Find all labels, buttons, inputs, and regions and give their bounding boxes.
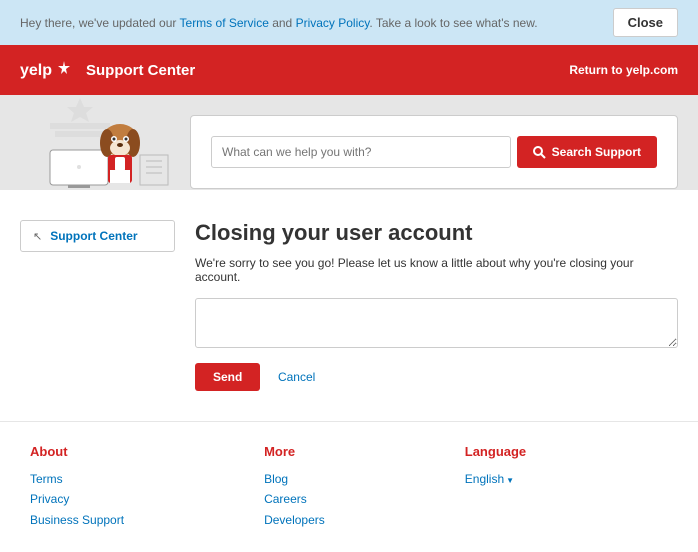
header-title: Support Center	[86, 62, 195, 79]
mascot-illustration	[20, 95, 170, 190]
search-button[interactable]: Search Support	[517, 136, 657, 168]
close-button[interactable]: Close	[613, 8, 678, 37]
notice-before: Hey there, we've updated our	[20, 16, 180, 30]
footer-link-careers[interactable]: Careers	[264, 489, 325, 509]
notice-after: . Take a look to see what's new.	[369, 16, 537, 30]
search-section: Search Support	[0, 95, 698, 190]
language-selector[interactable]: English▼	[465, 469, 526, 489]
footer-link-blog[interactable]: Blog	[264, 469, 325, 489]
notice-and: and	[269, 16, 296, 30]
back-arrow-icon: ↖	[33, 230, 42, 243]
return-link[interactable]: Return to yelp.com	[569, 63, 678, 77]
footer-link-privacy[interactable]: Privacy	[30, 489, 124, 509]
main: Closing your user account We're sorry to…	[195, 220, 678, 391]
footer-language: Language English▼	[465, 444, 526, 530]
footer-more-heading: More	[264, 444, 325, 459]
form-actions: Send Cancel	[195, 363, 678, 391]
footer-link-terms[interactable]: Terms	[30, 469, 124, 489]
search-card: Search Support	[190, 115, 678, 189]
content: ↖ Support Center Closing your user accou…	[0, 190, 698, 421]
footer-about: About Terms Privacy Business Support	[30, 444, 124, 530]
notice-text: Hey there, we've updated our Terms of Se…	[20, 16, 538, 30]
caret-down-icon: ▼	[506, 476, 514, 485]
search-button-label: Search Support	[552, 145, 641, 159]
breadcrumb: ↖ Support Center	[20, 220, 175, 252]
footer-language-heading: Language	[465, 444, 526, 459]
svg-text:yelp: yelp	[20, 62, 52, 79]
footer-link-developers[interactable]: Developers	[264, 510, 325, 530]
search-input[interactable]	[211, 136, 511, 168]
footer-more: More Blog Careers Developers	[264, 444, 325, 530]
yelp-logo-icon: yelp	[20, 57, 72, 83]
notice-bar: Hey there, we've updated our Terms of Se…	[0, 0, 698, 45]
privacy-link[interactable]: Privacy Policy	[296, 16, 370, 30]
send-button[interactable]: Send	[195, 363, 260, 391]
page-subtitle: We're sorry to see you go! Please let us…	[195, 256, 678, 284]
sidebar: ↖ Support Center	[20, 220, 175, 391]
yelp-logo[interactable]: yelp	[20, 57, 72, 83]
header-left: yelp Support Center	[20, 57, 195, 83]
footer: About Terms Privacy Business Support Mor…	[0, 421, 698, 552]
header: yelp Support Center Return to yelp.com	[0, 45, 698, 95]
language-current: English	[465, 472, 504, 486]
search-icon	[533, 146, 546, 159]
breadcrumb-link[interactable]: Support Center	[50, 229, 137, 243]
tos-link[interactable]: Terms of Service	[180, 16, 269, 30]
reason-textarea[interactable]	[195, 298, 678, 348]
cancel-link[interactable]: Cancel	[278, 370, 315, 384]
page-title: Closing your user account	[195, 220, 678, 246]
footer-about-heading: About	[30, 444, 124, 459]
footer-link-business-support[interactable]: Business Support	[30, 510, 124, 530]
